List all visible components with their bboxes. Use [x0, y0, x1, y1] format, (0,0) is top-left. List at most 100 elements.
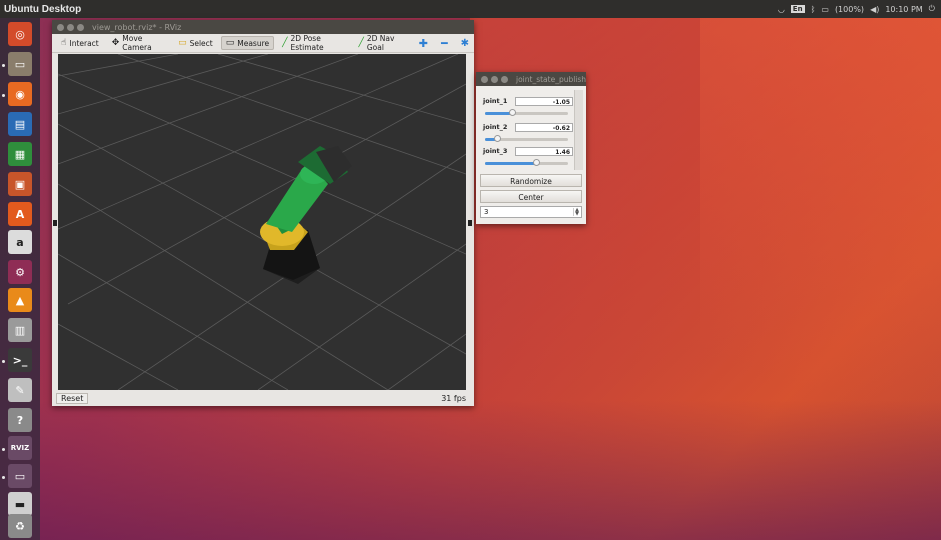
pose-estimate-icon: ╱ [282, 38, 288, 48]
tool-properties-icon[interactable]: ✱ [456, 36, 474, 51]
slider-fill [485, 112, 513, 115]
close-icon[interactable] [57, 23, 64, 31]
maximize-icon[interactable] [501, 75, 508, 83]
tool-label: Measure [237, 38, 270, 48]
pose-estimate-tool[interactable]: ╱ 2D Pose Estimate [277, 32, 350, 54]
running-indicator [2, 448, 5, 451]
vlc-icon[interactable]: ▲ [8, 288, 32, 312]
minimize-icon[interactable] [491, 75, 498, 83]
volume-icon[interactable]: ◀) [870, 5, 879, 14]
rviz-icon[interactable]: RVIZ [8, 436, 32, 460]
running-indicator [2, 94, 5, 97]
tool-label: Select [189, 38, 213, 48]
joint-label: joint_1 [483, 97, 508, 105]
add-tool-icon[interactable]: ✚ [414, 35, 433, 52]
remove-tool-icon[interactable]: ━ [436, 35, 453, 52]
robot-arm [260, 146, 352, 284]
printer-icon[interactable]: ▥ [8, 318, 32, 342]
interact-tool[interactable]: ☝ Interact [56, 36, 104, 50]
slider-knob[interactable] [509, 109, 517, 116]
wallpaper-facet [40, 400, 941, 540]
hand-icon: ☝ [61, 38, 67, 48]
joint-slider[interactable] [485, 159, 568, 166]
ubuntu-dash-icon[interactable]: ◎ [8, 22, 32, 46]
jsp-title: joint_state_publishe [516, 74, 586, 84]
reset-button[interactable]: Reset [56, 392, 89, 404]
select-tool[interactable]: ▭ Select [173, 36, 218, 50]
joint-label: joint_2 [483, 123, 508, 131]
writer-icon[interactable]: ▤ [8, 112, 32, 136]
joint-label: joint_3 [483, 147, 508, 155]
measure-icon: ▭ [225, 38, 235, 48]
window-icon[interactable]: ▭ [8, 464, 32, 488]
battery-level[interactable]: (100%) [835, 5, 864, 14]
launcher: ◎ ▭ ◉ ▤ ▦ ▣ A a ⚙ ▲ ▥ >_ ✎ ? RVIZ ▭ ▬ ♻ [0, 18, 40, 540]
drive-icon[interactable]: ▬ [8, 492, 32, 516]
3d-viewport[interactable] [58, 54, 466, 390]
joint-row: joint_3 1.46 [483, 146, 573, 156]
center-button[interactable]: Center [480, 190, 582, 203]
measure-tool[interactable]: ▭ Measure [220, 36, 275, 50]
calc-icon[interactable]: ▦ [8, 142, 32, 166]
amazon-icon[interactable]: a [8, 230, 32, 254]
move-camera-icon: ✥ [111, 38, 120, 48]
randomize-button[interactable]: Randomize [480, 174, 582, 187]
software-center-icon[interactable]: A [8, 202, 32, 226]
spinbox-value: 3 [484, 208, 489, 216]
clock[interactable]: 10:10 PM [885, 5, 922, 14]
desktop-title: Ubuntu Desktop [4, 3, 82, 15]
running-indicator [2, 476, 5, 479]
slider-fill [485, 162, 537, 165]
slider-knob[interactable] [533, 159, 541, 166]
close-icon[interactable] [481, 75, 488, 83]
tool-label: Interact [69, 38, 99, 48]
joint-value-field[interactable]: -1.05 [515, 96, 573, 106]
grid [58, 54, 466, 390]
right-panel-handle[interactable] [468, 220, 472, 226]
minimize-icon[interactable] [67, 23, 74, 31]
rviz-toolbar: ☝ Interact ✥ Move Camera ▭ Select ▭ Meas… [52, 34, 474, 53]
joint-slider[interactable] [485, 109, 568, 116]
keyboard-layout[interactable]: En [790, 5, 805, 13]
slider-knob[interactable] [494, 135, 502, 142]
bluetooth-icon[interactable]: ᛒ [811, 5, 816, 14]
rviz-statusbar: Reset 31 fps [52, 390, 474, 406]
firefox-icon[interactable]: ◉ [8, 82, 32, 106]
maximize-icon[interactable] [77, 23, 84, 31]
move-camera-tool[interactable]: ✥ Move Camera [107, 32, 170, 54]
jsp-titlebar[interactable]: joint_state_publishe [476, 72, 586, 86]
editor-icon[interactable]: ✎ [8, 378, 32, 402]
settings-icon[interactable]: ⚙ [8, 260, 32, 284]
rviz-window[interactable]: view_robot.rviz* - RViz ☝ Interact ✥ Mov… [52, 20, 474, 406]
tool-label: 2D Pose Estimate [290, 34, 324, 52]
nav-goal-icon: ╱ [358, 38, 364, 48]
battery-icon[interactable]: ▭ [821, 5, 829, 14]
impress-icon[interactable]: ▣ [8, 172, 32, 196]
tool-label: 2D Nav Goal [366, 34, 395, 52]
joint-value-field[interactable]: 1.46 [515, 146, 573, 156]
tool-label: Move Camera [122, 34, 152, 52]
left-panel-handle[interactable] [53, 220, 57, 226]
trash-icon[interactable]: ♻ [8, 514, 32, 538]
joint-row: joint_1 -1.05 [483, 96, 573, 106]
fps-counter: 31 fps [441, 393, 466, 403]
joint-row: joint_2 -0.62 [483, 122, 573, 132]
top-panel: Ubuntu Desktop ◡ En ᛒ ▭ (100%) ◀) 10:10 … [0, 0, 941, 18]
power-icon[interactable]: ⏻ [929, 4, 935, 14]
running-indicator [2, 360, 5, 363]
nav-goal-tool[interactable]: ╱ 2D Nav Goal [353, 32, 410, 54]
jsp-scrollbar[interactable] [574, 90, 583, 170]
select-icon: ▭ [178, 38, 187, 48]
files-icon[interactable]: ▭ [8, 52, 32, 76]
system-tray: ◡ En ᛒ ▭ (100%) ◀) 10:10 PM ⏻ [778, 4, 941, 14]
joint-slider[interactable] [485, 135, 568, 142]
row-count-spinbox[interactable]: 3 ▲ ▼ [480, 206, 582, 218]
rviz-title: view_robot.rviz* - RViz [92, 22, 182, 32]
help-icon[interactable]: ? [8, 408, 32, 432]
joint-value-field[interactable]: -0.62 [515, 122, 573, 132]
terminal-icon[interactable]: >_ [8, 348, 32, 372]
running-indicator [2, 64, 5, 67]
wifi-icon[interactable]: ◡ [778, 5, 785, 14]
joint-state-publisher-window[interactable]: joint_state_publishe joint_1 -1.05 joint… [476, 72, 586, 224]
spin-arrows-icon[interactable]: ▲ ▼ [573, 208, 580, 217]
